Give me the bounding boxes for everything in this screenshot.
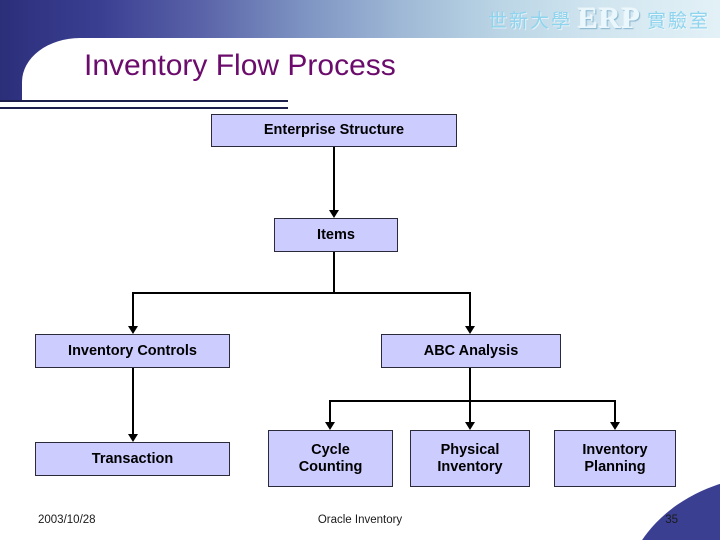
logo-erp-text: ERP bbox=[577, 2, 641, 35]
node-items-label: Items bbox=[317, 226, 355, 243]
node-enterprise-structure-label: Enterprise Structure bbox=[263, 122, 405, 139]
page-title: Inventory Flow Process bbox=[84, 49, 396, 82]
title-rule-lower bbox=[0, 107, 288, 109]
node-inventory-controls-label: Inventory Controls bbox=[68, 342, 197, 359]
connector-abc-stem bbox=[469, 368, 471, 401]
node-transaction-label: Transaction bbox=[91, 450, 174, 467]
connector-items-split-bar bbox=[132, 292, 471, 294]
node-enterprise-structure[interactable]: Enterprise Structure bbox=[211, 114, 457, 147]
connector-to-inventory-planning bbox=[614, 400, 616, 422]
node-physical-inventory-label-line2: Inventory bbox=[437, 458, 503, 475]
connector-to-inventory-controls bbox=[132, 292, 134, 326]
node-cycle-counting-label-line1: Cycle bbox=[311, 441, 350, 458]
slide-canvas: 世新大學 ERP 實驗室 Inventory Flow Process Ente… bbox=[0, 0, 720, 540]
connector-items-stem bbox=[333, 252, 335, 293]
title-rule-upper bbox=[0, 100, 288, 102]
node-cycle-counting[interactable]: Cycle Counting bbox=[268, 430, 393, 487]
arrowhead-abc-analysis bbox=[465, 326, 475, 334]
erp-lab-logo: 世新大學 ERP 實驗室 bbox=[488, 2, 710, 36]
node-cycle-counting-label-line2: Counting bbox=[298, 458, 363, 475]
logo-cjk-left-text: 世新大學 bbox=[487, 9, 572, 32]
node-inventory-controls[interactable]: Inventory Controls bbox=[35, 334, 230, 368]
logo-cjk-right-text: 實驗室 bbox=[646, 9, 710, 32]
arrowhead-inventory-planning bbox=[610, 422, 620, 430]
arrowhead-cycle-counting bbox=[325, 422, 335, 430]
node-abc-analysis-label: ABC Analysis bbox=[423, 342, 519, 359]
node-items[interactable]: Items bbox=[274, 218, 398, 252]
node-inventory-planning-label-line2: Planning bbox=[584, 458, 646, 475]
node-physical-inventory-label-line1: Physical bbox=[440, 441, 500, 458]
connector-inventory-controls-to-transaction bbox=[132, 368, 134, 434]
connector-abc-split-bar bbox=[330, 400, 616, 402]
connector-to-abc-analysis bbox=[469, 292, 471, 326]
arrowhead-physical-inventory bbox=[465, 422, 475, 430]
node-inventory-planning[interactable]: Inventory Planning bbox=[554, 430, 676, 487]
node-inventory-planning-label-line1: Inventory bbox=[582, 441, 648, 458]
node-abc-analysis[interactable]: ABC Analysis bbox=[381, 334, 561, 368]
connector-to-physical-inventory bbox=[469, 400, 471, 422]
connector-to-cycle-counting bbox=[329, 400, 331, 422]
arrowhead-transaction bbox=[128, 434, 138, 442]
node-transaction[interactable]: Transaction bbox=[35, 442, 230, 476]
arrowhead-items bbox=[329, 210, 339, 218]
connector-enterprise-to-items bbox=[333, 147, 335, 210]
footer-page-number: 35 bbox=[665, 514, 678, 526]
node-physical-inventory[interactable]: Physical Inventory bbox=[410, 430, 530, 487]
footer-label: Oracle Inventory bbox=[317, 514, 403, 526]
arrowhead-inventory-controls bbox=[128, 326, 138, 334]
